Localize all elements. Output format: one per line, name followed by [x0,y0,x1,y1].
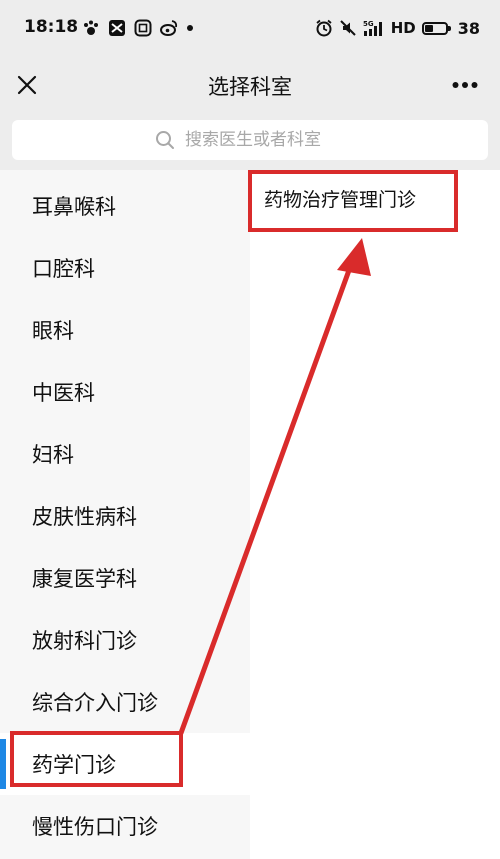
department-item[interactable]: 妇科 [0,423,250,485]
mute-icon [340,20,356,36]
signal-5g-icon: 5G [363,20,382,36]
department-item[interactable]: 综合介入门诊 [0,671,250,733]
search-icon [156,131,174,149]
group-buy-icon [134,19,152,37]
more-options-button[interactable] [450,72,480,98]
sub-department-list: 药物治疗管理门诊 [250,170,500,859]
nav-bar: 选择科室 [0,58,500,112]
status-bar: 18:18 5G HD 38 [0,0,500,58]
svg-text:5G: 5G [363,20,374,28]
department-item[interactable]: 中医科 [0,361,250,423]
department-item[interactable]: 皮肤性病科 [0,485,250,547]
network-type-label: HD [390,19,416,37]
app-notification-icon [109,20,125,36]
search-area [0,112,500,170]
department-item[interactable]: 慢性伤口门诊 [0,795,250,857]
battery-fill [424,24,434,32]
department-item[interactable]: 放射科门诊 [0,609,250,671]
more-notifications-dot-icon [187,25,193,31]
department-item[interactable]: 眼科 [0,299,250,361]
page-title: 选择科室 [208,75,292,99]
status-time: 18:18 [24,17,79,37]
department-item[interactable]: 耳鼻喉科 [0,175,250,237]
department-item[interactable]: 药学门诊 [0,733,250,795]
alarm-icon [316,19,332,37]
active-indicator [0,739,6,789]
battery-level: 38 [457,18,480,38]
paw-icon [84,20,98,35]
status-right: 5G HD 38 [315,16,480,40]
department-picker: 耳鼻喉科 口腔科 眼科 中医科 妇科 皮肤性病科 康复医学科 放射科门诊 综合介… [0,170,500,859]
more-icon [452,82,478,88]
sub-department-item[interactable]: 药物治疗管理门诊 [250,170,500,226]
search-box[interactable] [12,120,488,160]
department-list: 耳鼻喉科 口腔科 眼科 中医科 妇科 皮肤性病科 康复医学科 放射科门诊 综合介… [0,170,250,859]
department-item[interactable]: 康复医学科 [0,547,250,609]
department-item[interactable]: 口腔科 [0,237,250,299]
search-input[interactable] [185,130,345,150]
weibo-icon [160,20,178,36]
battery-icon [421,21,451,35]
notification-icons [82,17,194,39]
